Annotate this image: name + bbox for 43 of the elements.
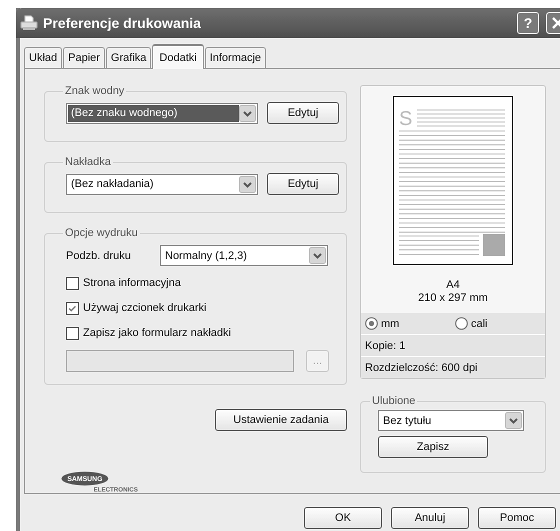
window-title: Preferencje drukowania — [43, 15, 202, 31]
paper-size: 210 x 297 mm — [418, 292, 488, 305]
caret-icon[interactable] — [309, 247, 326, 264]
save-button[interactable]: Zapisz — [378, 436, 488, 458]
help-button[interactable]: ? — [517, 12, 539, 34]
checkbox-label[interactable]: Zapisz jako formularz nakładki — [83, 327, 231, 339]
checkbox[interactable] — [66, 276, 79, 290]
checkbox-label[interactable]: Strona informacyjna — [83, 277, 181, 289]
tab[interactable]: Informacje — [204, 47, 266, 68]
tab[interactable]: Grafika — [106, 47, 152, 68]
edit-button[interactable]: Edytuj — [267, 102, 339, 124]
group-title: Ulubione — [371, 395, 416, 407]
copies-text: Kopie: 1 — [361, 334, 545, 356]
checkbox-label[interactable]: Używaj czcionek drukarki — [83, 302, 206, 314]
watermark-dropdown[interactable]: (Bez znaku wodnego) — [66, 102, 258, 124]
radio-button[interactable] — [365, 317, 378, 330]
group-title: Nakładka — [64, 156, 112, 168]
tab[interactable]: Papier — [63, 47, 105, 68]
page-preview-drawing: S — [393, 96, 513, 265]
print-order-dropdown[interactable]: Normalny (1,2,3) — [160, 245, 328, 266]
radio-label[interactable]: mm — [381, 318, 400, 330]
job-settings-button[interactable]: Ustawienie zadania — [215, 409, 347, 431]
group-title: Znak wodny — [64, 85, 126, 97]
printer-icon — [20, 14, 38, 32]
edit-button[interactable]: Edytuj — [267, 173, 339, 195]
caret-icon[interactable] — [239, 176, 256, 192]
overlay-dropdown[interactable]: (Bez nakładania) — [66, 174, 258, 194]
field-label: Podzb. druku — [66, 250, 132, 262]
radio-button[interactable] — [455, 317, 468, 330]
dialog-button[interactable]: OK — [304, 507, 382, 529]
dialog-button[interactable]: Pomoc — [478, 507, 556, 529]
group-title: Opcje wydruku — [64, 227, 139, 239]
caret-icon[interactable] — [239, 104, 256, 122]
radio-label[interactable]: cali — [471, 318, 488, 330]
paper-name: A4 — [445, 279, 461, 292]
tab[interactable]: Dodatki — [152, 44, 204, 69]
resolution-text: Rozdzielczość: 600 dpi — [361, 356, 545, 378]
tab[interactable]: Układ — [24, 47, 62, 68]
checkbox[interactable] — [66, 302, 79, 314]
caret-icon[interactable] — [505, 412, 522, 429]
favorites-dropdown[interactable]: Bez tytułu — [378, 410, 524, 431]
dialog-button[interactable]: Anuluj — [391, 507, 469, 529]
checkbox[interactable] — [66, 326, 79, 340]
